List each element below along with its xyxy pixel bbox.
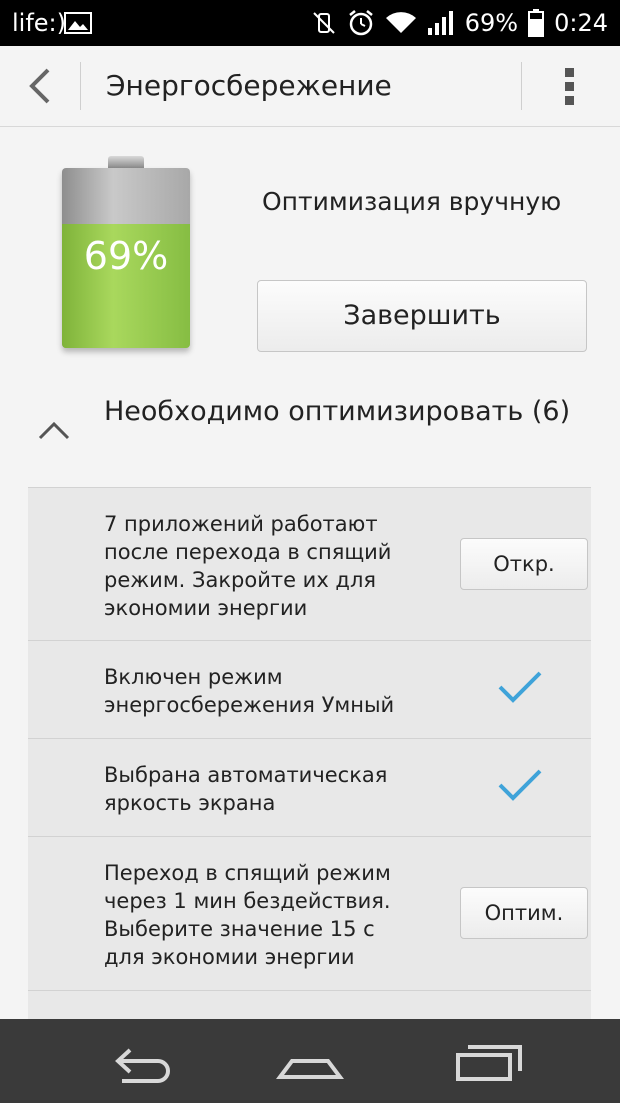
item-text: Выбрана автоматическая яркость экрана [104, 763, 388, 815]
back-arrow-icon[interactable] [22, 64, 62, 108]
battery-gauge: 69% [62, 156, 190, 352]
home-nav-icon[interactable] [270, 1037, 350, 1085]
collapse-chevron-icon[interactable] [36, 420, 72, 442]
action-bar: Энергосбережение [0, 46, 620, 127]
section-title: Необходимо оптимизировать (6) [104, 396, 571, 427]
alarm-icon [348, 10, 373, 36]
divider [521, 62, 522, 110]
back-nav-icon[interactable] [100, 1037, 180, 1085]
list-item: Включен режим энергосбережения Умный [28, 640, 591, 738]
open-button[interactable]: Откр. [460, 538, 588, 590]
optimize-button[interactable]: Оптим. [460, 887, 588, 939]
battery-percent-status: 69% [464, 9, 519, 37]
item-text: Включен режим энергосбережения Умный [104, 665, 395, 717]
signal-icon [427, 11, 453, 35]
carrier-label: life:) [12, 9, 66, 37]
item-text: 7 приложений работают после перехода в с… [104, 512, 392, 620]
mode-label: Оптимизация вручную [262, 187, 562, 216]
wifi-icon [385, 12, 416, 33]
clock: 0:24 [554, 9, 608, 37]
navigation-bar [0, 1019, 620, 1103]
list-item: 7 приложений работают после перехода в с… [28, 487, 591, 640]
status-bar: life:) 69% 0:24 [0, 0, 620, 46]
list-item: Переход в спящий режим через 1 мин безде… [28, 836, 591, 990]
optimization-list: 7 приложений работают после перехода в с… [28, 487, 591, 1031]
list-item: Выбрана автоматическая яркость экрана [28, 738, 591, 836]
checkmark-icon [498, 671, 542, 703]
vibrate-mute-icon [313, 12, 335, 34]
image-notification-icon [64, 12, 92, 34]
battery-percent-label: 69% [83, 234, 169, 278]
checkmark-icon [498, 769, 542, 801]
item-text: Переход в спящий режим через 1 мин безде… [104, 861, 391, 969]
finish-button[interactable]: Завершить [257, 280, 587, 352]
page-title: Энергосбережение [106, 69, 392, 102]
overflow-menu-icon[interactable] [552, 62, 588, 110]
battery-icon [528, 9, 545, 37]
divider [80, 62, 81, 110]
recent-apps-icon[interactable] [450, 1037, 530, 1085]
